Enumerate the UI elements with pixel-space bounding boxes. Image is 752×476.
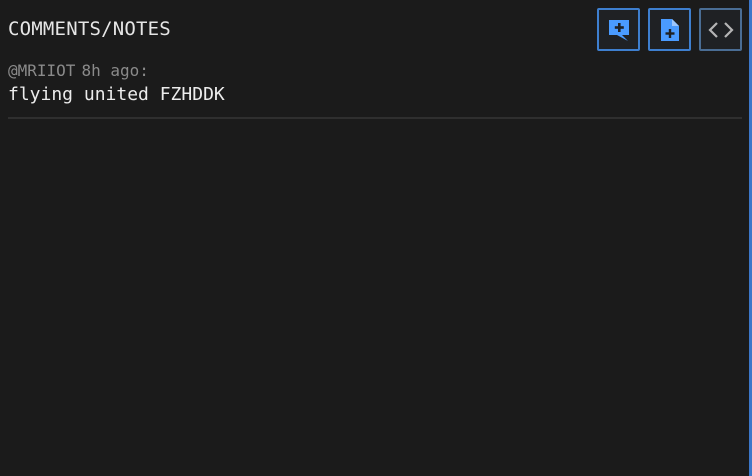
code-view-button[interactable] <box>699 8 742 51</box>
panel-title: COMMENTS/NOTES <box>8 18 171 40</box>
panel-toolbar <box>597 8 742 51</box>
comment-meta: @MRIIOT 8h ago: <box>8 60 742 82</box>
comment-time: 8h ago: <box>81 61 149 80</box>
code-brackets-icon <box>707 20 735 40</box>
comment-text: flying united FZHDDK <box>8 84 225 105</box>
add-comment-button[interactable] <box>597 8 640 51</box>
comment-author[interactable]: @MRIIOT <box>8 61 75 80</box>
comments-notes-panel: COMMENTS/NOTES @MRIIOT 8h ago: flying un… <box>0 0 752 476</box>
add-note-button[interactable] <box>648 8 691 51</box>
comment-divider <box>8 117 742 119</box>
add-comment-icon <box>606 17 632 43</box>
add-note-file-icon <box>658 17 682 43</box>
comment-item: @MRIIOT 8h ago: flying united FZHDDK <box>8 60 742 108</box>
